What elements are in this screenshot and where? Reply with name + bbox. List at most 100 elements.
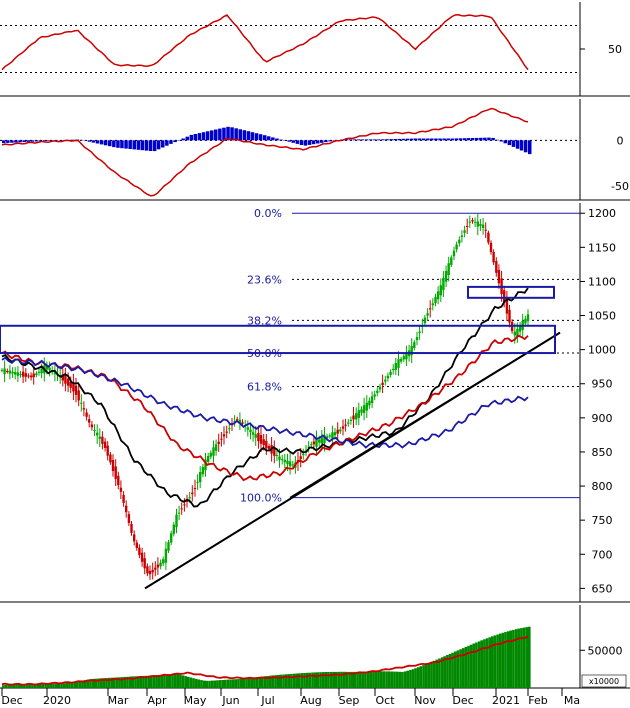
candle-body <box>98 436 101 439</box>
volume-bar <box>202 680 206 688</box>
candle-body <box>524 318 527 324</box>
candle-body <box>209 452 212 457</box>
macd-histogram-bar <box>165 140 169 146</box>
x-tick-label: May <box>184 694 207 707</box>
candle-body <box>389 371 392 375</box>
candle-body <box>148 570 152 575</box>
volume-bar <box>237 679 240 688</box>
x-tick-label: Ma <box>564 694 580 707</box>
macd-histogram-bar <box>369 139 373 141</box>
candle-body <box>251 432 255 435</box>
volume-unit-label: x10000 <box>589 677 619 686</box>
macd-histogram-bar <box>254 133 259 141</box>
macd-histogram-bar <box>185 136 189 141</box>
macd-histogram-bar <box>491 137 495 141</box>
candle-body <box>90 424 94 428</box>
macd-tick-label: 0 <box>617 134 624 147</box>
x-tick-label: Feb <box>528 694 547 707</box>
macd-histogram-bar <box>250 132 255 141</box>
candle-body <box>286 460 289 465</box>
macd-histogram-bar <box>156 140 161 150</box>
candle-body <box>315 439 318 447</box>
macd-histogram-bar <box>201 132 206 141</box>
fibonacci-label: 61.8% <box>247 380 282 393</box>
volume-bar <box>496 634 499 688</box>
volume-bar <box>68 682 71 688</box>
volume-bar <box>216 680 219 688</box>
macd-histogram-bar <box>136 140 141 150</box>
volume-bar <box>372 671 375 688</box>
x-tick-label: Sep <box>339 694 360 707</box>
volume-bar <box>229 679 232 688</box>
macd-histogram-bar <box>409 138 414 141</box>
volume-bar <box>160 674 164 688</box>
candle-body <box>318 439 321 443</box>
candle-body <box>526 314 530 322</box>
candle-body <box>127 514 131 523</box>
stock-chart: 50 0 -50 1200 1150 1100 1050 1000 950 900 850 800 75… <box>0 0 630 708</box>
macd-histogram-bar <box>22 140 26 143</box>
volume-bar <box>62 683 66 688</box>
candle-body <box>468 221 471 223</box>
macd-histogram-bar <box>18 140 22 143</box>
candle-body <box>96 432 99 436</box>
volume-bar <box>483 639 486 688</box>
candle-body <box>172 524 175 534</box>
volume-bar <box>514 629 518 688</box>
volume-bar <box>239 678 243 688</box>
candle-body <box>479 224 482 226</box>
macd-histogram-bar <box>267 136 271 141</box>
candle-body <box>278 456 281 460</box>
candle-body <box>37 371 41 373</box>
candle-body <box>246 427 249 430</box>
macd-histogram-bar <box>10 140 14 143</box>
candle-body <box>415 337 419 341</box>
macd-histogram-bar <box>103 140 108 146</box>
volume-bar <box>501 632 505 688</box>
macd-histogram-bar <box>328 140 332 142</box>
fibonacci-label: 23.6% <box>247 273 282 286</box>
candle-body <box>362 405 366 413</box>
candle-body <box>21 371 25 377</box>
candle-body <box>471 220 474 222</box>
macd-histogram-bar <box>6 140 10 143</box>
candle-body <box>283 459 286 463</box>
candle-body <box>450 257 453 265</box>
candle-body <box>418 331 421 333</box>
volume-bar <box>401 672 404 688</box>
macd-histogram-bar <box>197 133 202 141</box>
candle-body <box>288 461 292 467</box>
candle-body <box>376 390 379 393</box>
macd-histogram-bar <box>377 139 381 141</box>
macd-histogram-bar <box>210 130 214 141</box>
candle-body <box>386 375 390 379</box>
macd-histogram-bar <box>79 139 83 141</box>
rsi-tick-label: 50 <box>608 43 622 56</box>
volume-bar <box>446 655 449 688</box>
volume-bar <box>480 640 483 688</box>
candle-body <box>339 429 342 432</box>
x-tick-label: 2020 <box>43 694 71 707</box>
volume-bar <box>477 641 481 688</box>
candle-body <box>262 439 265 446</box>
volume-bar <box>424 664 428 688</box>
macd-histogram-bar <box>218 128 222 141</box>
macd-histogram-bar <box>246 131 251 141</box>
macd-histogram-bar <box>487 137 491 141</box>
candle-body <box>19 374 22 375</box>
volume-bar <box>422 665 425 688</box>
volume-bar <box>242 678 246 688</box>
volume-bar <box>234 679 238 688</box>
volume-bar <box>232 679 235 688</box>
volume-bar <box>292 673 296 688</box>
volume-bar <box>300 673 304 688</box>
macd-histogram-bar <box>352 139 357 141</box>
volume-bar <box>361 671 365 688</box>
macd-histogram-bar <box>381 139 385 141</box>
volume-bar <box>224 679 227 688</box>
candle-body <box>66 378 70 386</box>
volume-bar <box>385 671 388 688</box>
candle-body <box>167 542 170 551</box>
volume-bar <box>316 672 320 688</box>
candle-body <box>64 375 67 384</box>
